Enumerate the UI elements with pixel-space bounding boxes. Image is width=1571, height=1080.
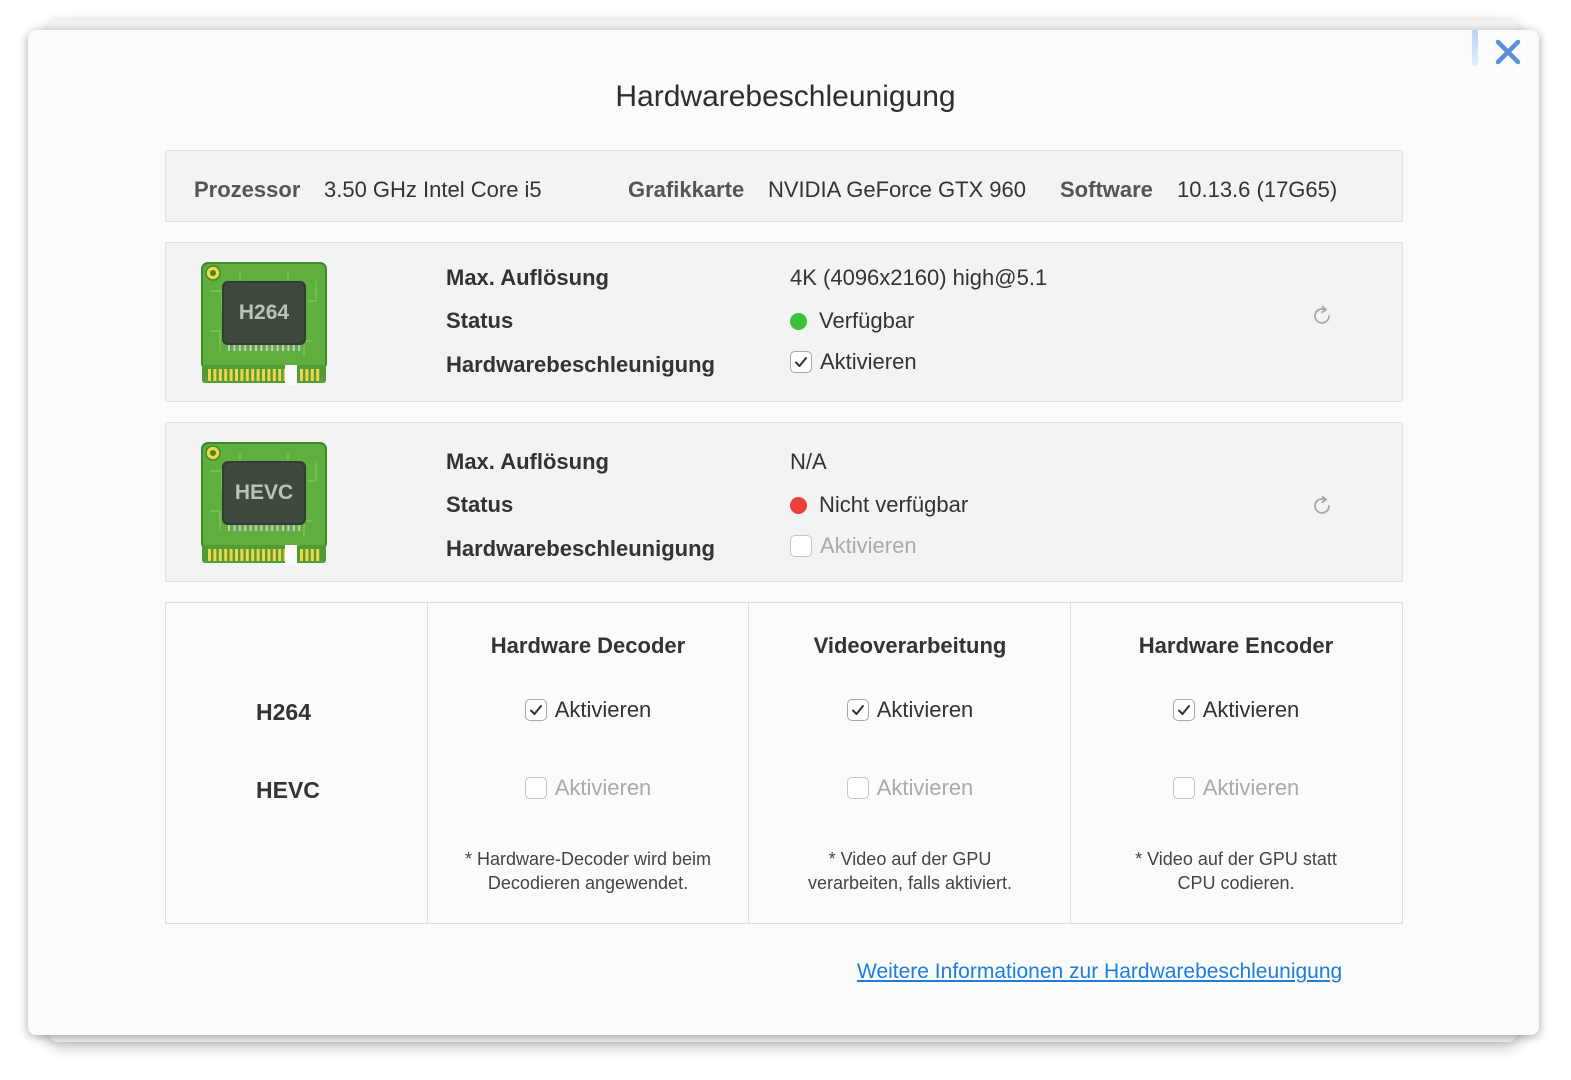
close-button-highlight bbox=[1472, 30, 1478, 66]
status-text: Nicht verfügbar bbox=[819, 492, 969, 517]
footnote-line: Decodieren angewendet. bbox=[487, 873, 689, 893]
dialog-title: Hardwarebeschleunigung bbox=[615, 80, 956, 113]
refresh-button[interactable] bbox=[1310, 304, 1334, 328]
row-header-h264: H264 bbox=[256, 699, 311, 725]
checkbox-box[interactable] bbox=[846, 699, 869, 721]
max-resolution-value: N/A bbox=[790, 449, 827, 474]
status-dot-icon bbox=[790, 312, 807, 330]
checkbox-box[interactable] bbox=[1172, 699, 1195, 721]
hardware-acceleration-label: Hardwarebeschleunigung bbox=[446, 352, 715, 377]
codec-card-hevc: HEVC Max. Auflösung N/A Status Nicht ver… bbox=[165, 422, 1403, 582]
footnote-line: CPU codieren. bbox=[1177, 873, 1295, 893]
feature-checkbox[interactable]: Aktivieren bbox=[488, 697, 688, 723]
hardware-acceleration-label: Hardwarebeschleunigung bbox=[446, 536, 715, 561]
column-header: Hardware Encoder bbox=[1138, 633, 1334, 658]
refresh-icon bbox=[1310, 305, 1334, 332]
software-label: Software bbox=[1060, 177, 1153, 202]
status-text: Verfügbar bbox=[819, 308, 915, 333]
gpu-value: NVIDIA GeForce GTX 960 bbox=[768, 177, 1026, 202]
max-resolution-value: 4K (4096x2160) high@5.1 bbox=[790, 265, 1048, 290]
footnote-line: * Hardware-Decoder wird beim bbox=[464, 849, 712, 869]
close-button[interactable] bbox=[1492, 36, 1524, 68]
footnote-line: * Video auf der GPU bbox=[828, 849, 992, 869]
feature-checkbox: Aktivieren bbox=[1136, 775, 1336, 801]
table-divider bbox=[748, 603, 749, 923]
codec-card-h264: H264 Max. Auflösung 4K (4096x2160) high@… bbox=[165, 242, 1403, 402]
column-header: Videoverarbeitung bbox=[813, 633, 1007, 658]
checkbox-box bbox=[790, 535, 812, 557]
enable-acceleration-checkbox[interactable]: Aktivieren bbox=[790, 349, 917, 375]
status-value: Verfügbar bbox=[790, 308, 914, 334]
feature-checkbox[interactable]: Aktivieren bbox=[810, 697, 1010, 723]
chip-icon: HEVC bbox=[201, 442, 327, 565]
gpu-label: Grafikkarte bbox=[628, 177, 745, 202]
checkbox-label: Aktivieren bbox=[820, 533, 917, 558]
refresh-icon bbox=[1310, 495, 1334, 522]
chip-label: H264 bbox=[239, 301, 290, 324]
feature-checkbox[interactable]: Aktivieren bbox=[1136, 697, 1336, 723]
software-value: 10.13.6 (17G65) bbox=[1177, 177, 1338, 202]
column-footnote: * Video auf der GPU verarbeiten, falls a… bbox=[760, 847, 1060, 895]
checkbox-label: Aktivieren bbox=[876, 697, 974, 722]
refresh-button[interactable] bbox=[1310, 494, 1334, 518]
status-dot-icon bbox=[790, 496, 807, 514]
max-resolution-label: Max. Auflösung bbox=[446, 449, 609, 474]
more-info-link[interactable]: Weitere Informationen zur Hardwarebeschl… bbox=[857, 960, 1342, 984]
max-resolution-label: Max. Auflösung bbox=[446, 265, 609, 290]
row-header-hevc: HEVC bbox=[256, 777, 320, 803]
column-footnote: * Video auf der GPU statt CPU codieren. bbox=[1086, 847, 1386, 895]
table-divider bbox=[427, 603, 428, 923]
status-label: Status bbox=[446, 492, 514, 517]
enable-acceleration-checkbox: Aktivieren bbox=[790, 533, 917, 559]
checkbox-box bbox=[846, 777, 869, 799]
checkbox-label: Aktivieren bbox=[554, 697, 652, 722]
checkbox-label: Aktivieren bbox=[1202, 775, 1300, 800]
checkbox-label: Aktivieren bbox=[1202, 697, 1300, 722]
checkbox-box bbox=[524, 777, 547, 799]
system-info-bar: Prozessor 3.50 GHz Intel Core i5 Grafikk… bbox=[165, 150, 1403, 222]
close-x-icon bbox=[1495, 39, 1521, 65]
checkbox-label: Aktivieren bbox=[876, 775, 974, 800]
table-divider bbox=[1070, 603, 1071, 923]
footnote-line: * Video auf der GPU statt bbox=[1135, 849, 1337, 869]
feature-checkbox: Aktivieren bbox=[810, 775, 1010, 801]
feature-checkbox: Aktivieren bbox=[488, 775, 688, 801]
checkbox-box bbox=[1172, 777, 1195, 799]
status-value: Nicht verfügbar bbox=[790, 492, 968, 518]
processor-label: Prozessor bbox=[194, 177, 301, 202]
codec-feature-table: Hardware Decoder Videoverarbeitung Hardwar… bbox=[165, 602, 1403, 924]
column-header: Hardware Decoder bbox=[490, 633, 686, 658]
footnote-line: verarbeiten, falls aktiviert. bbox=[807, 873, 1013, 893]
chip-icon: H264 bbox=[201, 262, 327, 385]
checkbox-label: Aktivieren bbox=[554, 775, 652, 800]
checkbox-label: Aktivieren bbox=[820, 349, 917, 374]
chip-label: HEVC bbox=[235, 481, 293, 504]
column-footnote: * Hardware-Decoder wird beim Decodieren … bbox=[438, 847, 738, 895]
processor-value: 3.50 GHz Intel Core i5 bbox=[324, 177, 542, 202]
checkbox-box[interactable] bbox=[790, 351, 812, 373]
checkbox-box[interactable] bbox=[524, 699, 547, 721]
status-label: Status bbox=[446, 308, 514, 333]
